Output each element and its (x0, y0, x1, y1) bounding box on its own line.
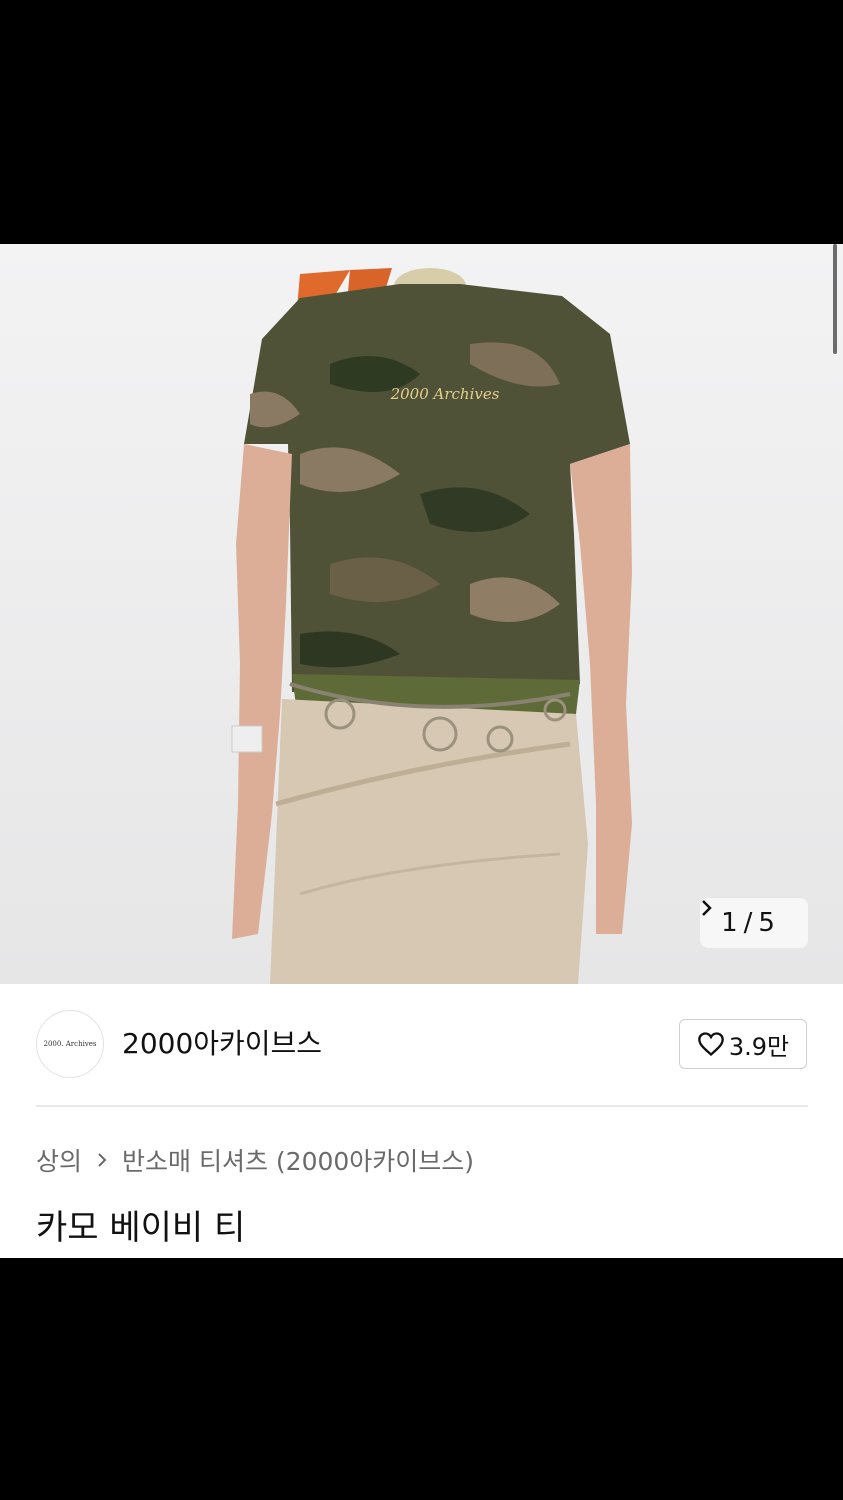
chevron-right-icon (96, 1146, 108, 1175)
divider (36, 1105, 808, 1107)
brand-name[interactable]: 2000아카이브스 (122, 1022, 322, 1062)
breadcrumb-item-subcategory[interactable]: 반소매 티셔츠 (2000아카이브스) (122, 1142, 474, 1178)
product-photo: 2000 Archives (231, 268, 632, 984)
heart-outline-icon (698, 1032, 724, 1057)
like-button[interactable]: 3.9만 (679, 1019, 807, 1069)
top-letterbox (0, 0, 843, 244)
pager-separator: / (743, 908, 753, 938)
scrollbar[interactable] (833, 244, 837, 354)
pager-total: 5 (758, 908, 775, 938)
product-title: 카모 베이비 티 (36, 1208, 246, 1248)
brand-row: 2000. Archives 2000아카이브스 3.9만 (0, 1010, 843, 1090)
brand-logo[interactable]: 2000. Archives (36, 1010, 104, 1078)
bottom-letterbox (0, 1258, 843, 1500)
image-pager[interactable]: 1 / 5 (700, 898, 808, 948)
brand-logo-text: 2000. Archives (43, 1040, 97, 1048)
product-detail-view: 2000 Archives 1 / 5 2000. Archives 2000아… (0, 244, 843, 1258)
pager-current: 1 (721, 908, 738, 938)
product-image[interactable]: 2000 Archives 1 / 5 (0, 244, 843, 984)
like-count: 3.9만 (728, 1032, 790, 1061)
breadcrumb: 상의 반소매 티셔츠 (2000아카이브스) (36, 1142, 474, 1178)
breadcrumb-item-category[interactable]: 상의 (36, 1142, 82, 1178)
shirt-print-text: 2000 Archives (390, 385, 500, 403)
